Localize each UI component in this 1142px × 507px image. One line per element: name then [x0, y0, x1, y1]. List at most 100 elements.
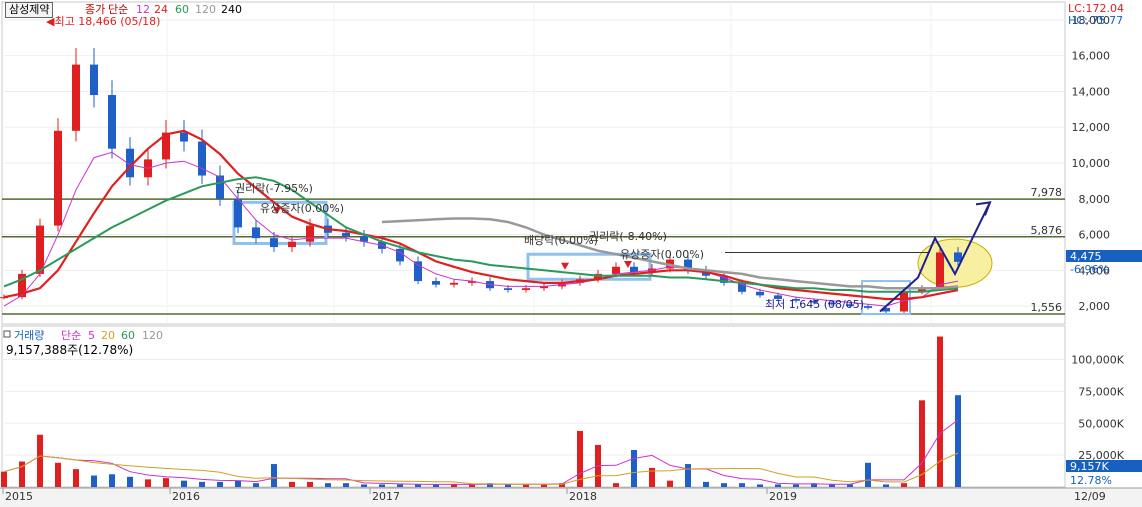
volume-tick-label: 100,000K [1071, 354, 1124, 367]
volume-legend-ma5: 5 [88, 329, 95, 342]
rights-annotation-1: 권리락(-7.95%) [235, 182, 313, 195]
volume-bar [325, 483, 331, 487]
volume-bar [271, 464, 277, 487]
volume-bar [883, 484, 889, 487]
candle-body [504, 288, 512, 291]
legend-ma60: 60 [175, 3, 189, 16]
volume-bar [397, 484, 403, 487]
candle-body [216, 175, 224, 199]
stock-chart: 7,9785,8761,556 2,0004,0006,0008,00010,0… [0, 0, 1142, 507]
time-tick-label: 2015 [5, 490, 33, 503]
volume-bar [361, 484, 367, 487]
volume-bar [181, 480, 187, 487]
candle-body [54, 130, 62, 226]
volume-bar [757, 484, 763, 487]
candle-body [180, 132, 188, 142]
volume-bar [55, 462, 61, 487]
capital-increase-annotation-1: 유상증자(0.00%) [260, 202, 344, 215]
low-annotation: 최저 1,645 (08/05) [765, 298, 864, 311]
volume-bar [145, 479, 151, 487]
time-tick-label: 2016 [172, 490, 200, 503]
volume-bar [163, 478, 169, 487]
candle-body [252, 227, 260, 239]
candle-body [270, 238, 278, 248]
volume-bar [343, 483, 349, 487]
volume-bar [847, 484, 853, 487]
high-text: 최고 18,466 (05/18) [54, 15, 160, 28]
volume-bar [127, 476, 133, 487]
volume-bar [721, 483, 727, 487]
candle-body [198, 141, 206, 176]
time-tick-label: 2017 [372, 490, 400, 503]
high-annotation: ◀최고 18,466 (05/18) [46, 15, 160, 28]
volume-bar [91, 475, 97, 487]
volume-bar [217, 481, 223, 487]
volume-bar [955, 395, 961, 487]
time-axis: 12/09 2015 2016 2017 2018 2019 [0, 487, 1142, 507]
volume-bar [541, 484, 547, 487]
candle-body [522, 288, 530, 291]
current-price-value: 4,475 [1070, 250, 1102, 263]
candle-body [234, 198, 242, 228]
volume-bar [379, 484, 385, 487]
candle-body [432, 281, 440, 285]
volume-bar [901, 483, 907, 487]
volume-tick-label: 75,000K [1078, 385, 1124, 398]
volume-bar [865, 462, 871, 487]
candle-body [936, 252, 944, 289]
current-price-change: -6.96% [1070, 263, 1109, 276]
volume-legend-ma20: 20 [101, 329, 115, 342]
volume-bar [685, 464, 691, 487]
candle-body [414, 261, 422, 282]
volume-total-text: 9,157,388주(12.78%) [6, 343, 133, 357]
price-tick-label: 10,000 [1072, 157, 1111, 170]
candle-body [396, 248, 404, 262]
highlight-circle [917, 238, 993, 288]
legend-ma240: 240 [221, 3, 242, 16]
current-volume-ratio: 12.78% [1070, 474, 1112, 487]
candle-body [630, 266, 638, 273]
volume-bar [937, 336, 943, 487]
volume-bar [415, 484, 421, 487]
volume-bar [37, 434, 43, 487]
stock-name-selector[interactable]: 삼성제약 [5, 2, 54, 18]
time-tick-label: 2018 [569, 490, 597, 503]
candle-body [342, 232, 350, 237]
candle-body [864, 306, 872, 308]
volume-bar [613, 483, 619, 487]
volume-bar [199, 481, 205, 487]
volume-bar [829, 484, 835, 487]
price-tick-label: 2,000 [1079, 300, 1111, 313]
volume-tick-label: 50,000K [1078, 417, 1124, 430]
reference-line-label: 7,978 [1031, 186, 1063, 199]
volume-bar [1, 471, 7, 487]
volume-bar [109, 474, 115, 487]
rights-annotation-2: 권리락(-8.40%) [589, 230, 667, 243]
candle-body [612, 266, 620, 274]
volume-bar [505, 484, 511, 487]
volume-bar [253, 483, 259, 487]
price-tick-label: 14,000 [1072, 85, 1111, 98]
reference-line-label: 5,876 [1031, 224, 1063, 237]
volume-bar [235, 480, 241, 487]
volume-bar [775, 484, 781, 487]
price-tick-label: 16,000 [1072, 50, 1111, 63]
price-tick-label: 6,000 [1079, 229, 1111, 242]
volume-legend-type: 단순 [61, 329, 81, 342]
volume-bar [631, 450, 637, 487]
candle-body [90, 64, 98, 96]
volume-bar [703, 481, 709, 487]
hc-label: HC:-75.77 [1068, 14, 1123, 27]
dividend-annotation: 배당락(0.00%) [524, 234, 598, 247]
volume-bar [307, 481, 313, 487]
legend-ma120: 120 [195, 3, 216, 16]
volume-bar [289, 481, 295, 487]
time-tick-label: 2019 [769, 490, 797, 503]
current-volume-value: 9,157K [1070, 460, 1109, 473]
volume-legend-label: 거래량 [14, 329, 44, 342]
price-tick-label: 8,000 [1079, 193, 1111, 206]
price-tick-label: 12,000 [1072, 121, 1111, 134]
candle-body [288, 241, 296, 248]
volume-bar [523, 484, 529, 487]
volume-legend-ma60: 60 [121, 329, 135, 342]
